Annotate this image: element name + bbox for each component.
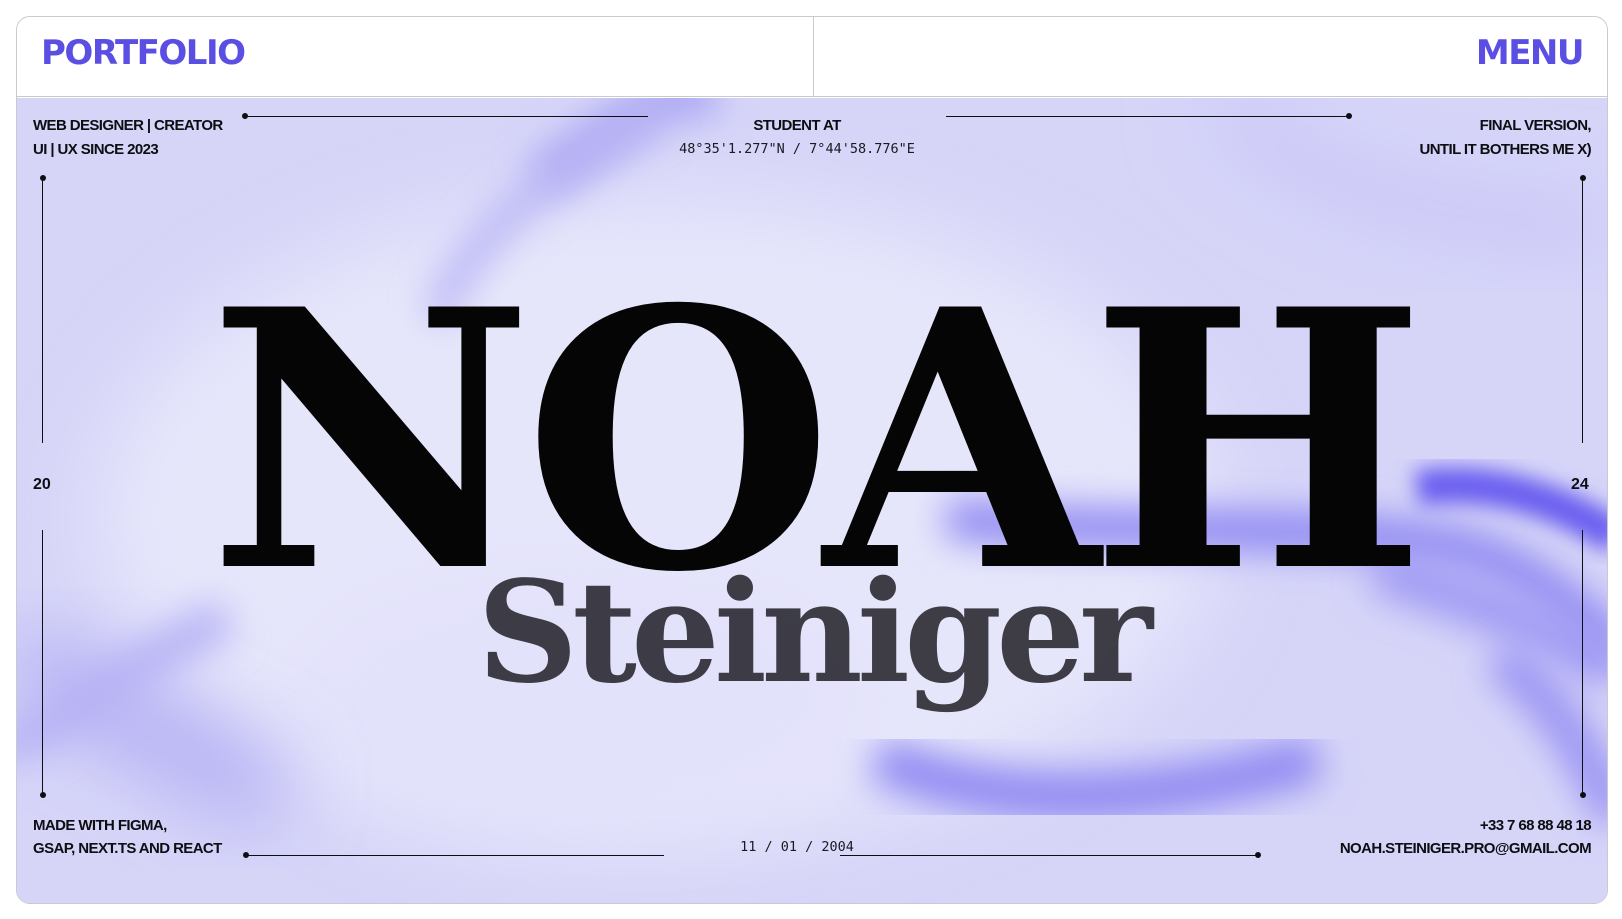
top-bar-divider bbox=[813, 17, 814, 97]
bottom-left-line bbox=[246, 855, 664, 856]
phone-number[interactable]: +33 7 68 88 48 18 bbox=[1480, 814, 1592, 838]
bottom-right-line bbox=[840, 855, 1258, 856]
version-line-1: FINAL VERSION, bbox=[1479, 117, 1592, 134]
tools-line-2: GSAP, NEXT.TS AND REACT bbox=[33, 840, 222, 857]
menu-button[interactable]: MENU bbox=[1476, 33, 1585, 73]
top-bar: PORTFOLIO MENU bbox=[17, 17, 1607, 97]
hero-section: WEB DESIGNER | CREATOR UI | UX SINCE 202… bbox=[17, 98, 1607, 903]
right-lower-dot bbox=[1580, 792, 1586, 798]
tools-line-1: MADE WITH FIGMA, bbox=[33, 817, 167, 834]
version-line-2: UNTIL IT BOTHERS ME X) bbox=[1419, 141, 1591, 158]
left-upper-dot bbox=[40, 175, 46, 181]
hero-name-last: Steiniger bbox=[477, 551, 1153, 715]
portfolio-logo[interactable]: PORTFOLIO bbox=[41, 33, 246, 73]
student-at-label: STUDENT AT bbox=[753, 117, 841, 134]
bottom-right-line-dot bbox=[1255, 852, 1261, 858]
email-link[interactable]: NOAH.STEINIGER.PRO@GMAIL.COM bbox=[1340, 837, 1592, 861]
role-line-2: UI | UX SINCE 2023 bbox=[33, 141, 159, 158]
birth-date: 11 / 01 / 2004 bbox=[740, 839, 854, 855]
portfolio-frame: PORTFOLIO MENU WEB DESIGNER | CREATOR UI… bbox=[16, 16, 1608, 904]
top-left-line bbox=[245, 116, 648, 117]
left-lower-dot bbox=[40, 792, 46, 798]
coordinates-text: 48°35'1.277"N / 7°44'58.776"E bbox=[679, 141, 915, 157]
top-right-line-dot bbox=[1346, 113, 1352, 119]
right-upper-dot bbox=[1580, 175, 1586, 181]
top-right-line bbox=[946, 116, 1349, 117]
role-line-1: WEB DESIGNER | CREATOR bbox=[33, 117, 223, 134]
